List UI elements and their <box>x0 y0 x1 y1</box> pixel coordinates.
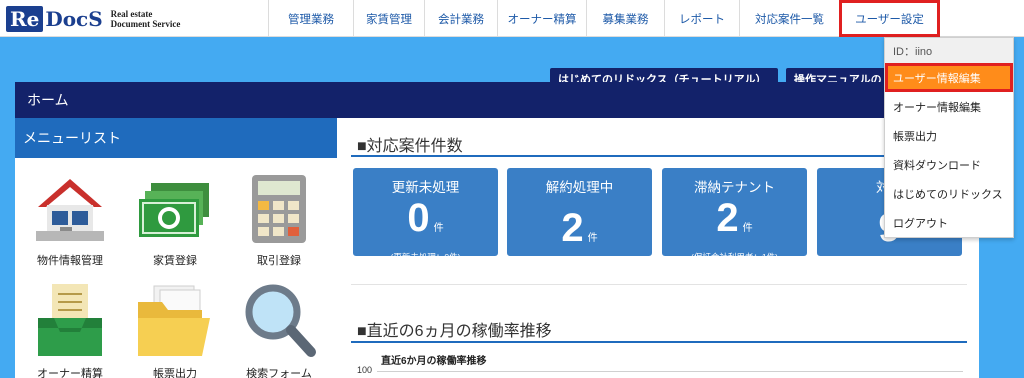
section-title-cases: ■対応案件件数 <box>357 138 463 155</box>
nav-kanri[interactable]: 管理業務 <box>268 0 353 37</box>
card-value: 2件 <box>662 198 807 249</box>
main-panel: ■対応案件件数 更新未処理 0件 (更新未処理：0件) 解約処理中 2件 滞納テ… <box>337 118 979 378</box>
dropdown-item-form-output[interactable]: 帳票出力 <box>885 121 1013 150</box>
folder-icon <box>138 285 210 356</box>
nav-yachin[interactable]: 家賃管理 <box>353 0 424 37</box>
nav-kaikei[interactable]: 会計業務 <box>424 0 497 37</box>
card-delinquent-tenant[interactable]: 滞納テナント 2件 (保証会社利用者：1件) <box>662 168 807 262</box>
card-value-number: 2 <box>716 196 739 240</box>
nav-owner-seisan[interactable]: オーナー精算 <box>497 0 586 37</box>
inbox-tray-icon <box>38 284 102 356</box>
logo-subtitle-line2: Document Service <box>110 19 181 29</box>
card-unit: 件 <box>433 223 444 234</box>
nav-taiou-ichiran[interactable]: 対応案件一覧 <box>739 0 839 37</box>
logo-name: DocS <box>45 7 103 31</box>
logo-subtitle: Real estate Document Service <box>111 9 181 29</box>
dropdown-item-document-download[interactable]: 資料ダウンロード <box>885 150 1013 179</box>
card-unit: 件 <box>587 233 598 244</box>
menu-item-forms[interactable]: 帳票出力 <box>125 282 225 378</box>
logo-subtitle-line1: Real estate <box>110 9 153 19</box>
card-title: 滞納テナント <box>694 180 775 195</box>
card-title: 解約処理中 <box>545 180 614 195</box>
menu-item-search-form[interactable]: 検索フォーム <box>229 282 329 378</box>
dropdown-item-first-redocs[interactable]: はじめてのリドックス <box>885 179 1013 208</box>
menu-label-property: 物件情報管理 <box>37 255 103 267</box>
card-note: (保証会社利用者：1件) <box>691 252 778 262</box>
section-separator <box>351 284 967 285</box>
menu-list-title: メニューリスト <box>15 118 337 158</box>
user-settings-dropdown: ID：iino ユーザー情報編集 オーナー情報編集 帳票出力 資料ダウンロード … <box>884 37 1014 238</box>
home-title: ホーム <box>27 92 69 108</box>
card-value-number: 0 <box>407 196 430 240</box>
main-nav: 管理業務 家賃管理 会計業務 オーナー精算 募集業務 レポート 対応案件一覧 ユ… <box>268 0 940 37</box>
card-unit: 件 <box>742 223 753 234</box>
menu-label-transaction: 取引登録 <box>257 255 301 267</box>
card-note: (更新未処理：0件) <box>390 252 461 262</box>
logo-mark: Re <box>6 6 44 32</box>
menu-list-panel: メニューリスト 物件情報管理 家賃登録 取引登録 オーナー精算 帳票出力 検索フ… <box>15 118 337 378</box>
card-value-number: 2 <box>561 206 584 250</box>
home-header: ホーム <box>15 82 979 118</box>
menu-item-rent[interactable]: 家賃登録 <box>125 173 225 268</box>
card-value: 0件 <box>353 198 498 249</box>
chart-title: 直近6か月の稼働率推移 <box>381 356 487 367</box>
nav-report[interactable]: レポート <box>664 0 739 37</box>
menu-label-owner-settlement: オーナー精算 <box>37 368 103 378</box>
menu-label-forms: 帳票出力 <box>153 368 197 378</box>
card-title: 更新未処理 <box>391 180 460 195</box>
nav-boshu[interactable]: 募集業務 <box>586 0 664 37</box>
money-icon <box>139 183 209 237</box>
menu-item-owner-settlement[interactable]: オーナー精算 <box>20 282 120 378</box>
menu-item-transaction[interactable]: 取引登録 <box>229 173 329 268</box>
calculator-icon <box>252 175 306 243</box>
card-cancellation[interactable]: 解約処理中 2件 <box>507 168 652 256</box>
dropdown-item-user-info-edit[interactable]: ユーザー情報編集 <box>885 63 1013 92</box>
card-value: 2件 <box>507 208 652 259</box>
section-divider <box>351 341 967 343</box>
dropdown-item-owner-info-edit[interactable]: オーナー情報編集 <box>885 92 1013 121</box>
chart-y-tick: 100 <box>357 365 373 375</box>
chart-gridline <box>377 371 963 372</box>
nav-user-settings[interactable]: ユーザー設定 <box>839 0 940 37</box>
section-title-occupancy: ■直近の6ヵ月の稼働率推移 <box>357 323 552 340</box>
menu-label-search-form: 検索フォーム <box>246 368 312 378</box>
menu-item-property[interactable]: 物件情報管理 <box>20 173 120 268</box>
top-navbar: Re DocS Real estate Document Service 管理業… <box>0 0 1024 37</box>
user-id-label: ID：iino <box>885 38 1013 63</box>
card-renewal-pending[interactable]: 更新未処理 0件 (更新未処理：0件) <box>353 168 498 262</box>
house-icon <box>36 179 104 241</box>
redocs-logo[interactable]: Re DocS Real estate Document Service <box>6 5 180 33</box>
section-divider <box>351 155 967 157</box>
magnifier-icon <box>245 284 316 357</box>
dropdown-item-logout[interactable]: ログアウト <box>885 208 1013 237</box>
menu-label-rent: 家賃登録 <box>153 255 197 267</box>
